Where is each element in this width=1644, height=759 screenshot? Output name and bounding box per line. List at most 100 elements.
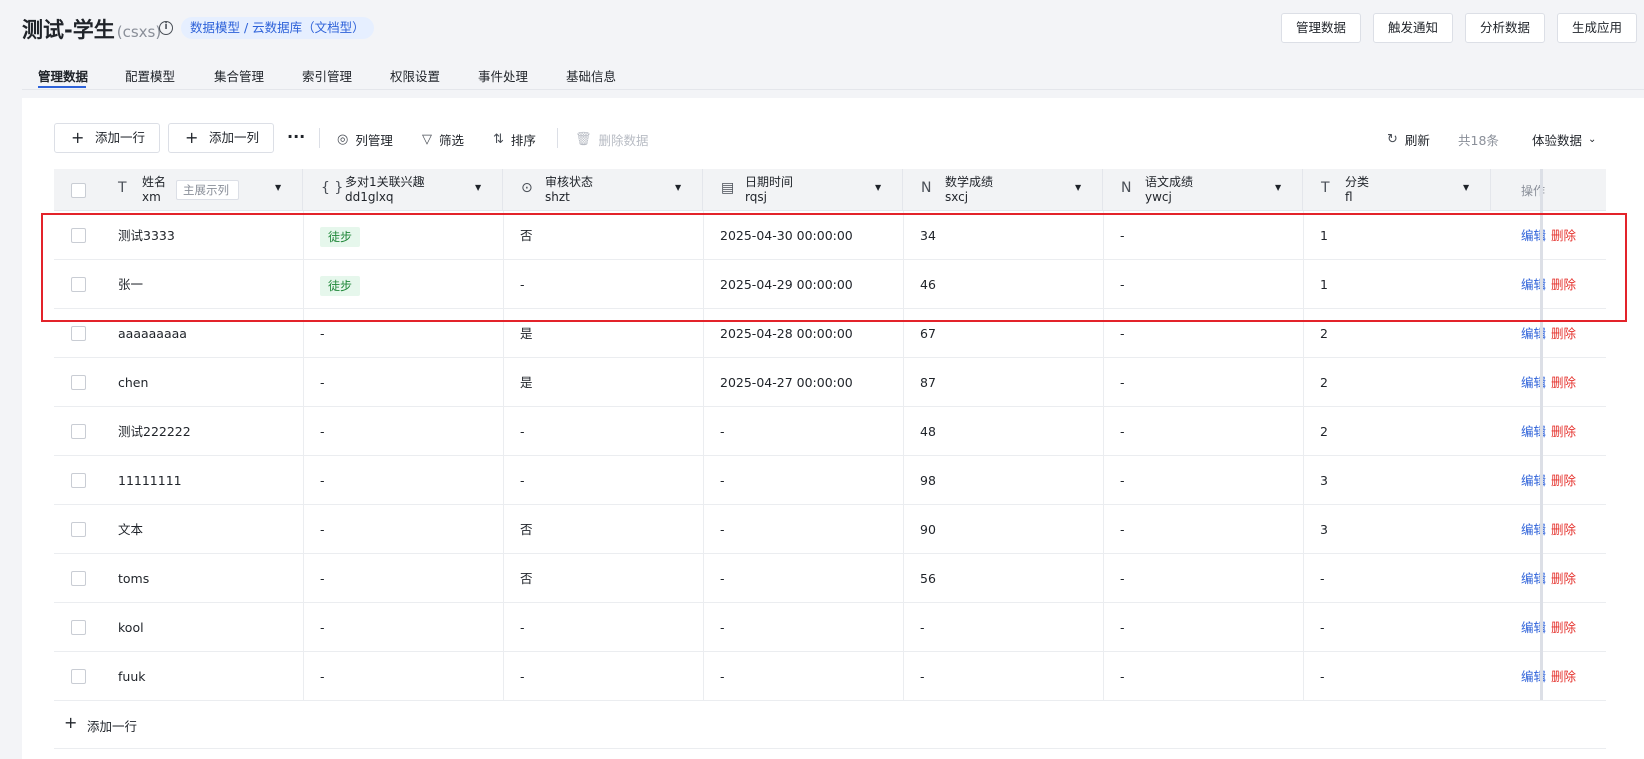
filter-button[interactable]: ▽ 筛选 <box>422 130 464 149</box>
trigger-notify-button[interactable]: 触发通知 <box>1373 13 1453 43</box>
column-header-sxcj[interactable]: N 数学成绩 sxcj ▼ <box>903 169 1103 211</box>
cell-chinese[interactable]: - <box>1120 358 1125 407</box>
table-row[interactable]: 文本 - 否 -90-3 编辑 删除 <box>54 505 1606 554</box>
chevron-down-icon[interactable]: ▼ <box>275 183 281 192</box>
row-checkbox[interactable] <box>71 669 86 684</box>
cell-math[interactable]: 98 <box>920 456 936 505</box>
tab-events[interactable]: 事件处理 <box>478 66 528 85</box>
add-row-footer[interactable]: + 添加一行 <box>54 700 1606 749</box>
add-column-button[interactable]: + 添加一列 <box>168 123 274 153</box>
cell-cat[interactable]: 1 <box>1320 211 1328 260</box>
cell-cat[interactable]: - <box>1320 554 1325 603</box>
row-checkbox[interactable] <box>71 277 86 292</box>
cell-status[interactable]: 否 <box>520 554 533 603</box>
column-header-xm[interactable]: T 姓名 xm 主展示列 ▼ <box>54 169 303 211</box>
chevron-down-icon[interactable]: ▼ <box>1075 183 1081 192</box>
cell-date[interactable]: - <box>720 505 725 554</box>
cell-interest[interactable]: 徒步 <box>320 260 361 309</box>
cell-chinese[interactable]: - <box>1120 309 1125 358</box>
delete-link[interactable]: 删除 <box>1551 603 1576 652</box>
cell-name[interactable]: aaaaaaaaa <box>118 309 187 358</box>
delete-data-button[interactable]: 🗑 删除数据 <box>575 130 649 149</box>
table-row[interactable]: toms - 否 -56- - 编辑 删除 <box>54 554 1606 603</box>
cell-name[interactable]: toms <box>118 554 149 603</box>
cell-date[interactable]: 2025-04-27 00:00:00 <box>720 358 853 407</box>
delete-link[interactable]: 删除 <box>1551 554 1576 603</box>
cell-date[interactable]: - <box>720 652 725 701</box>
tab-manage-data[interactable]: 管理数据 <box>38 66 88 85</box>
cell-chinese[interactable]: - <box>1120 652 1125 701</box>
cell-math[interactable]: - <box>920 603 925 652</box>
table-row[interactable]: fuuk - - - - - - 编辑 删除 <box>54 652 1606 701</box>
chevron-down-icon[interactable]: ▼ <box>475 183 481 192</box>
cell-name[interactable]: 张一 <box>118 260 143 309</box>
cell-status[interactable]: - <box>520 603 525 652</box>
table-row[interactable]: 测试222222- - -48-2 编辑 删除 <box>54 407 1606 456</box>
column-manage-button[interactable]: ◎ 列管理 <box>337 130 393 149</box>
cell-cat[interactable]: - <box>1320 603 1325 652</box>
info-icon[interactable]: i <box>159 21 173 35</box>
cell-interest[interactable]: - <box>320 456 325 505</box>
cell-status[interactable]: - <box>520 407 525 456</box>
analyze-data-button[interactable]: 分析数据 <box>1465 13 1545 43</box>
row-checkbox[interactable] <box>71 473 86 488</box>
cell-status[interactable]: 否 <box>520 505 533 554</box>
cell-math[interactable]: 56 <box>920 554 936 603</box>
delete-link[interactable]: 删除 <box>1551 260 1576 309</box>
cell-math[interactable]: 46 <box>920 260 936 309</box>
cell-chinese[interactable]: - <box>1120 211 1125 260</box>
sort-button[interactable]: ⇅ 排序 <box>493 130 536 149</box>
cell-status[interactable]: 否 <box>520 211 533 260</box>
cell-date[interactable]: - <box>720 603 725 652</box>
cell-chinese[interactable]: - <box>1120 456 1125 505</box>
cell-chinese[interactable]: - <box>1120 505 1125 554</box>
table-row[interactable]: 11111111- - -98-3 编辑 删除 <box>54 456 1606 505</box>
cell-status[interactable]: - <box>520 456 525 505</box>
cell-chinese[interactable]: - <box>1120 603 1125 652</box>
delete-link[interactable]: 删除 <box>1551 652 1576 701</box>
cell-name[interactable]: 测试222222 <box>118 407 191 456</box>
cell-name[interactable]: chen <box>118 358 148 407</box>
cell-date[interactable]: 2025-04-30 00:00:00 <box>720 211 853 260</box>
cell-interest[interactable]: - <box>320 505 325 554</box>
tab-basic-info[interactable]: 基础信息 <box>566 66 616 85</box>
cell-interest[interactable]: 徒步 <box>320 211 361 260</box>
delete-link[interactable]: 删除 <box>1551 456 1576 505</box>
column-header-rqsj[interactable]: ▤ 日期时间 rqsj ▼ <box>703 169 903 211</box>
cell-cat[interactable]: 3 <box>1320 505 1328 554</box>
row-checkbox[interactable] <box>71 375 86 390</box>
cell-name[interactable]: fuuk <box>118 652 145 701</box>
table-row[interactable]: 测试3333 徒步否 2025-04-30 00:00:00 34-1 编辑 删除 <box>54 211 1606 260</box>
cell-math[interactable]: 67 <box>920 309 936 358</box>
table-row[interactable]: kool - - - - - - 编辑 删除 <box>54 603 1606 652</box>
cell-cat[interactable]: 2 <box>1320 407 1328 456</box>
cell-cat[interactable]: 1 <box>1320 260 1328 309</box>
cell-math[interactable]: 34 <box>920 211 936 260</box>
row-checkbox[interactable] <box>71 228 86 243</box>
cell-interest[interactable]: - <box>320 309 325 358</box>
cell-cat[interactable]: 2 <box>1320 358 1328 407</box>
table-row[interactable]: 张一 徒步 -2025-04-29 00:00:00 46-1 编辑 删除 <box>54 260 1606 309</box>
cell-math[interactable]: 90 <box>920 505 936 554</box>
chevron-down-icon[interactable]: ▼ <box>675 183 681 192</box>
cell-status[interactable]: - <box>520 652 525 701</box>
tab-config-model[interactable]: 配置模型 <box>125 66 175 85</box>
delete-link[interactable]: 删除 <box>1551 358 1576 407</box>
cell-status[interactable]: - <box>520 260 525 309</box>
cell-date[interactable]: 2025-04-28 00:00:00 <box>720 309 853 358</box>
column-header-ywcj[interactable]: N 语文成绩 ywcj ▼ <box>1103 169 1303 211</box>
cell-name[interactable]: 测试3333 <box>118 211 175 260</box>
cell-interest[interactable]: - <box>320 554 325 603</box>
cell-chinese[interactable]: - <box>1120 260 1125 309</box>
row-checkbox[interactable] <box>71 620 86 635</box>
table-row[interactable]: aaaaaaaaa - 是 2025-04-28 00:00:00 67-2 编辑 删除 <box>54 309 1606 358</box>
column-header-shzt[interactable]: ⊙ 审核状态 shzt ▼ <box>503 169 703 211</box>
cell-cat[interactable]: 2 <box>1320 309 1328 358</box>
cell-date[interactable]: 2025-04-29 00:00:00 <box>720 260 853 309</box>
cell-chinese[interactable]: - <box>1120 407 1125 456</box>
cell-chinese[interactable]: - <box>1120 554 1125 603</box>
cell-interest[interactable]: - <box>320 603 325 652</box>
cell-name[interactable]: 文本 <box>118 505 143 554</box>
cell-math[interactable]: 87 <box>920 358 936 407</box>
chevron-down-icon[interactable]: ▼ <box>1463 183 1469 192</box>
